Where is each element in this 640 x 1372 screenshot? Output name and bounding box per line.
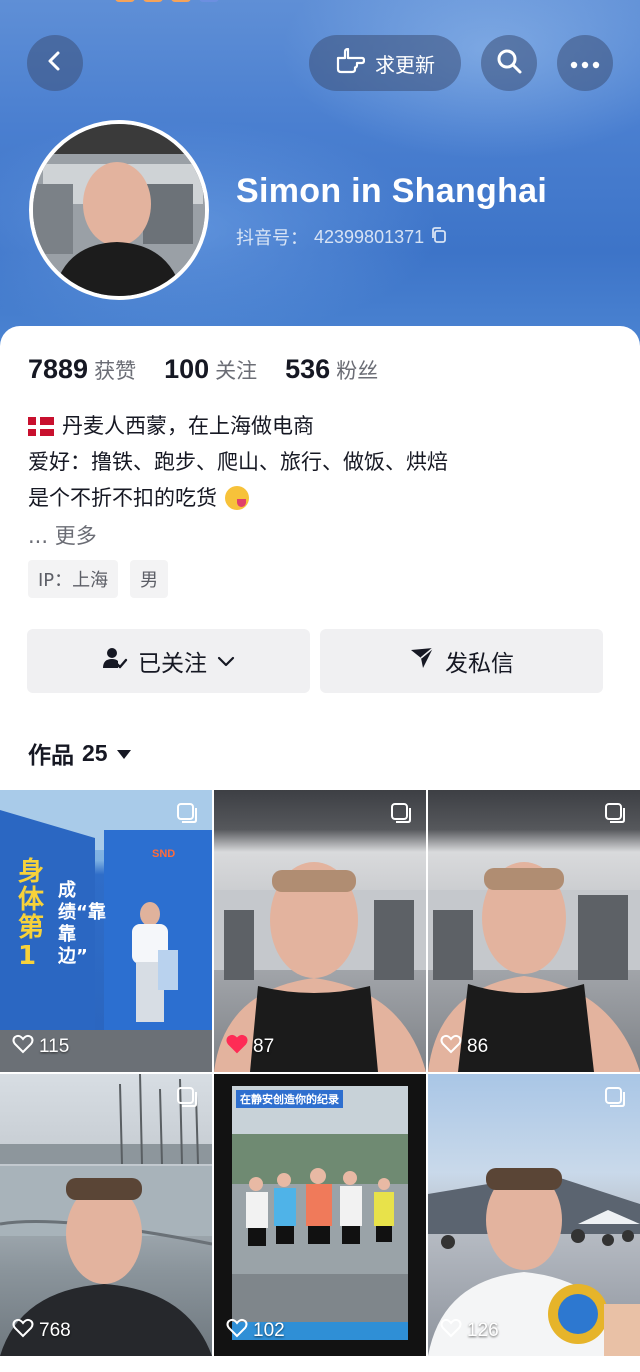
stat-followers[interactable]: 536 粉丝	[285, 354, 378, 385]
heart-icon	[226, 1318, 248, 1344]
bio: 丹麦人西蒙，在上海做电商 爱好：撸铁、跑步、爬山、旅行、做饭、烘焙 是个不折不扣…	[28, 408, 448, 554]
bio-line-1: 丹麦人西蒙，在上海做电商	[62, 414, 314, 438]
chevron-left-icon	[42, 48, 68, 78]
caret-down-icon	[116, 740, 132, 766]
multi-image-icon	[604, 1086, 626, 1112]
chevron-down-icon	[217, 648, 235, 674]
bio-line-3: 是个不折不扣的吃货	[28, 486, 217, 510]
multi-image-icon	[176, 1086, 198, 1112]
video-tile[interactable]: 87	[214, 790, 426, 1072]
heart-icon	[440, 1034, 462, 1060]
like-count-value: 768	[39, 1320, 71, 1341]
heart-icon	[440, 1318, 462, 1344]
like-count: 126	[440, 1318, 499, 1344]
video-tile[interactable]: 身体第1 成绩“靠靠边” SND 115	[0, 790, 212, 1072]
pointing-hand-icon	[335, 47, 366, 79]
yum-emoji-icon	[225, 486, 249, 510]
followed-label: 已关注	[138, 651, 207, 677]
followed-button[interactable]: 已关注	[27, 629, 310, 693]
works-label: 作品	[28, 743, 74, 769]
heart-icon	[12, 1318, 34, 1344]
search-icon	[495, 47, 523, 79]
bio-line-2: 爱好：撸铁、跑步、爬山、旅行、做饭、烘焙	[28, 450, 448, 474]
ip-location-tag: IP：上海	[28, 560, 119, 598]
profile-header: 求更新 Simon in Shanghai 抖音号： 42399801371	[0, 0, 640, 360]
like-count-value: 87	[253, 1036, 275, 1057]
profile-stats: 7889 获赞 100 关注 536 粉丝	[28, 354, 378, 385]
poster-brand: SND	[152, 848, 176, 860]
send-message-button[interactable]: 发私信	[320, 629, 603, 693]
like-count: 102	[226, 1318, 285, 1344]
stat-label: 关注	[215, 359, 258, 383]
stat-value: 100	[164, 354, 210, 384]
status-bar-icons	[115, 0, 219, 2]
video-tile[interactable]: 86	[428, 790, 640, 1072]
multi-image-icon	[176, 802, 198, 828]
back-button[interactable]	[27, 35, 83, 91]
like-count: 115	[12, 1034, 69, 1060]
poster-text: 身体第1	[18, 857, 45, 971]
profile-name: Simon in Shanghai	[236, 172, 548, 210]
like-count-value: 102	[253, 1320, 285, 1341]
send-message-label: 发私信	[445, 651, 514, 677]
stat-value: 7889	[28, 354, 89, 384]
like-count-value: 86	[467, 1036, 489, 1057]
like-count: 86	[440, 1034, 488, 1060]
video-caption: 在静安创造你的纪录	[236, 1090, 343, 1108]
search-button[interactable]	[481, 35, 537, 91]
request-update-button[interactable]: 求更新	[309, 35, 461, 91]
multi-image-icon	[390, 802, 412, 828]
stat-label: 粉丝	[336, 359, 379, 383]
heart-icon	[12, 1034, 34, 1060]
like-count: 768	[12, 1318, 71, 1344]
douyin-id-label: 抖音号：	[236, 228, 308, 249]
bio-more-link[interactable]: ... 更多	[28, 518, 448, 554]
stat-following[interactable]: 100 关注	[164, 354, 257, 385]
user-check-icon	[102, 646, 128, 676]
gender-tag: 男	[130, 560, 169, 598]
like-count-value: 126	[467, 1320, 499, 1341]
heart-icon	[226, 1034, 248, 1060]
stat-label: 获赞	[94, 359, 137, 383]
stat-value: 536	[285, 354, 331, 384]
douyin-id[interactable]: 抖音号： 42399801371	[236, 224, 448, 250]
request-update-label: 求更新	[375, 52, 435, 77]
like-count: 87	[226, 1034, 274, 1060]
douyin-id-number: 42399801371	[314, 226, 425, 247]
poster-subtext: 成绩“靠靠边”	[58, 880, 106, 967]
like-count-value: 115	[39, 1036, 70, 1057]
profile-tags: IP：上海 男	[28, 560, 169, 598]
works-tab[interactable]: 作品 25	[28, 736, 132, 770]
send-icon	[409, 646, 435, 676]
video-tile[interactable]: 126	[428, 1074, 640, 1356]
more-options-button[interactable]	[557, 35, 613, 91]
more-dots-icon	[570, 54, 600, 73]
video-tile[interactable]: 768	[0, 1074, 212, 1356]
works-count: 25	[82, 739, 108, 766]
multi-image-icon	[604, 802, 626, 828]
denmark-flag-icon	[28, 416, 54, 436]
stat-likes[interactable]: 7889 获赞	[28, 354, 136, 385]
avatar[interactable]	[29, 120, 209, 300]
copy-icon[interactable]	[430, 226, 448, 249]
video-tile[interactable]: 在静安创造你的纪录 102	[214, 1074, 426, 1356]
